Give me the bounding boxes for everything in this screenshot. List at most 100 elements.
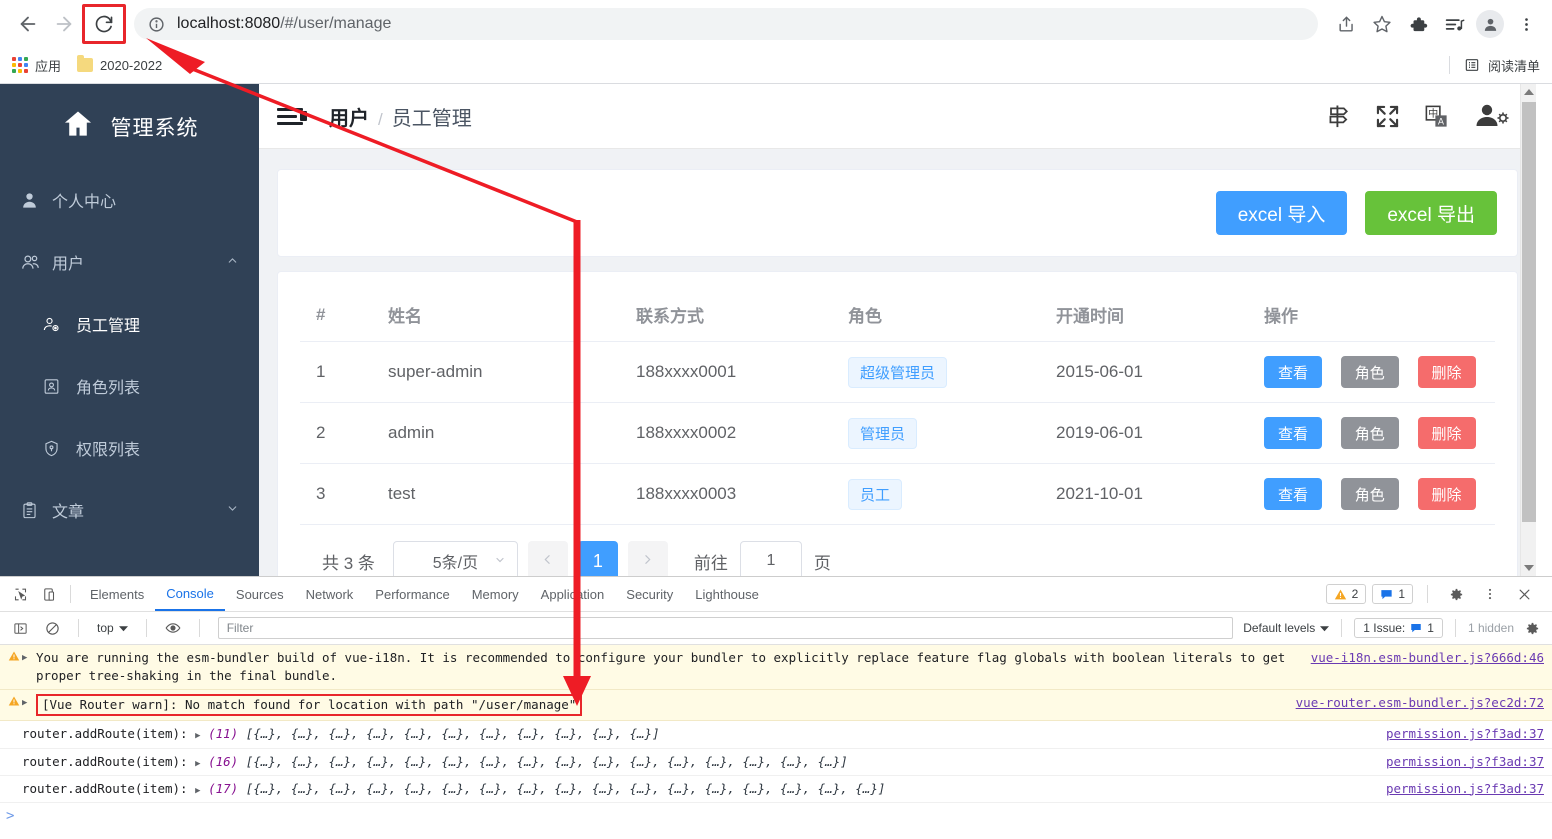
console-source-link[interactable]: permission.js?f3ad:37 [1376,725,1544,743]
delete-button[interactable]: 删除 [1417,356,1476,388]
bookmark-apps[interactable]: 应用 [12,56,61,75]
console-filter-input[interactable]: Filter [217,617,1234,639]
sidebar-item-article[interactable]: 文章 [0,479,259,541]
pagination-next-button[interactable] [627,541,668,576]
console-source-link[interactable]: vue-router.esm-bundler.js?ec2d:72 [1286,694,1544,712]
language-switch-icon[interactable]: 中A [1423,103,1450,130]
devtools-tab-bar: Elements Console Sources Network Perform… [0,577,1552,612]
scroll-up-arrow[interactable] [1521,84,1536,100]
guide-signpost-icon[interactable] [1324,102,1352,130]
role-button[interactable]: 角色 [1340,356,1399,388]
expand-triangle-icon[interactable]: ▶ [195,728,200,741]
kebab-menu-icon[interactable] [1476,581,1504,607]
tab-lighthouse[interactable]: Lighthouse [684,577,770,611]
tab-sources[interactable]: Sources [225,577,295,611]
message-count-badge[interactable]: 1 [1372,584,1413,604]
tab-application[interactable]: Application [530,577,616,611]
tab-console[interactable]: Console [155,577,225,611]
share-icon[interactable] [1330,8,1362,40]
console-source-link[interactable]: vue-i18n.esm-bundler.js?666d:46 [1301,649,1544,667]
console-log-message[interactable]: router.addRoute(item): ▶ (16) [{…}, {…},… [0,749,1552,776]
view-button[interactable]: 查看 [1264,417,1323,449]
clear-console-icon[interactable] [38,615,66,641]
sidebar-item-employee-manage[interactable]: 员工管理 [0,293,259,355]
apps-grid-icon [12,57,28,73]
expand-triangle-icon[interactable]: ▶ [195,783,200,796]
page-size-select[interactable]: 5条/页 [392,541,518,576]
inspect-element-icon[interactable] [6,581,34,607]
tab-elements[interactable]: Elements [79,577,155,611]
console-settings-gear-icon[interactable] [1518,615,1546,641]
extensions-puzzle-icon[interactable] [1402,8,1434,40]
tab-network[interactable]: Network [295,577,365,611]
sidebar-brand[interactable]: 管理系统 [0,84,259,169]
media-list-icon[interactable] [1438,8,1470,40]
back-arrow-icon[interactable] [10,6,46,42]
divider [78,619,79,637]
page-scrollbar[interactable] [1520,84,1536,576]
device-toolbar-icon[interactable] [34,581,62,607]
reading-list-button[interactable]: 阅读清单 [1464,56,1540,75]
console-source-link[interactable]: permission.js?f3ad:37 [1376,780,1544,798]
live-expression-eye-icon[interactable] [159,615,187,641]
excel-export-button[interactable]: excel 导出 [1365,191,1497,235]
sidebar-brand-label: 管理系统 [110,116,199,140]
chevron-down-icon [118,625,128,631]
user-icon [20,191,46,210]
sidebar-item-role-list[interactable]: 角色列表 [0,355,259,417]
console-log-message[interactable]: router.addRoute(item): ▶ (17) [{…}, {…},… [0,776,1552,803]
tab-performance[interactable]: Performance [364,577,460,611]
reload-button[interactable] [82,4,126,44]
sidebar-item-permission-list[interactable]: 权限列表 [0,417,259,479]
expand-triangle-icon[interactable]: ▶ [22,649,36,665]
fullscreen-expand-icon[interactable] [1374,103,1401,130]
bookmark-folder-2020-2022[interactable]: 2020-2022 [77,55,162,73]
cell-contact: 188xxxx0002 [620,402,832,464]
cell-role: 员工 [832,463,1040,525]
tab-memory[interactable]: Memory [461,577,530,611]
scroll-down-arrow[interactable] [1521,560,1537,576]
console-sidebar-icon[interactable] [6,615,34,641]
jump-page-input[interactable]: 1 [739,541,802,576]
hamburger-collapse-icon[interactable] [277,107,307,125]
excel-import-button[interactable]: excel 导入 [1215,191,1348,235]
forward-arrow-icon[interactable] [46,6,82,42]
user-settings-icon[interactable] [1472,101,1512,131]
sidebar-item-personal-center[interactable]: 个人中心 [0,169,259,231]
console-warning-message[interactable]: ▶ You are running the esm-bundler build … [0,645,1552,691]
close-icon[interactable] [1510,581,1538,607]
sidebar-item-user[interactable]: 用户 [0,231,259,293]
message-bubble-icon [1381,589,1392,599]
delete-button[interactable]: 删除 [1417,478,1476,510]
view-button[interactable]: 查看 [1264,478,1323,510]
gear-icon[interactable] [1442,581,1470,607]
scrollbar-thumb[interactable] [1522,102,1536,522]
profile-avatar-icon[interactable] [1474,8,1506,40]
console-input-row[interactable]: > [0,803,1552,829]
issues-button[interactable]: 1 Issue: 1 [1354,618,1443,638]
address-bar[interactable]: localhost:8080/#/user/manage [134,8,1318,40]
expand-triangle-icon[interactable]: ▶ [22,694,36,710]
chrome-menu-icon[interactable] [1510,8,1542,40]
cell-name: super-admin [372,341,620,403]
delete-button[interactable]: 删除 [1417,417,1476,449]
warning-count-badge[interactable]: 2 [1325,584,1367,604]
home-icon [61,107,95,146]
console-levels-select[interactable]: Default levels [1243,621,1330,635]
role-tag: 超级管理员 [848,356,948,388]
view-button[interactable]: 查看 [1264,356,1323,388]
pagination-page-1[interactable]: 1 [577,541,618,576]
tab-security[interactable]: Security [615,577,684,611]
console-source-link[interactable]: permission.js?f3ad:37 [1376,753,1544,771]
browser-toolbar: localhost:8080/#/user/manage [0,0,1552,48]
role-button[interactable]: 角色 [1340,478,1399,510]
console-warning-message[interactable]: ▶ [Vue Router warn]: No match found for … [0,690,1552,722]
role-button[interactable]: 角色 [1340,417,1399,449]
bookmark-star-icon[interactable] [1366,8,1398,40]
console-context-select[interactable]: top [91,621,134,635]
breadcrumb-parent[interactable]: 用户 [329,102,369,131]
expand-triangle-icon[interactable]: ▶ [195,756,200,769]
pagination-prev-button[interactable] [527,541,568,576]
console-log-message[interactable]: router.addRoute(item): ▶ (11) [{…}, {…},… [0,721,1552,749]
site-info-icon[interactable] [148,16,165,33]
